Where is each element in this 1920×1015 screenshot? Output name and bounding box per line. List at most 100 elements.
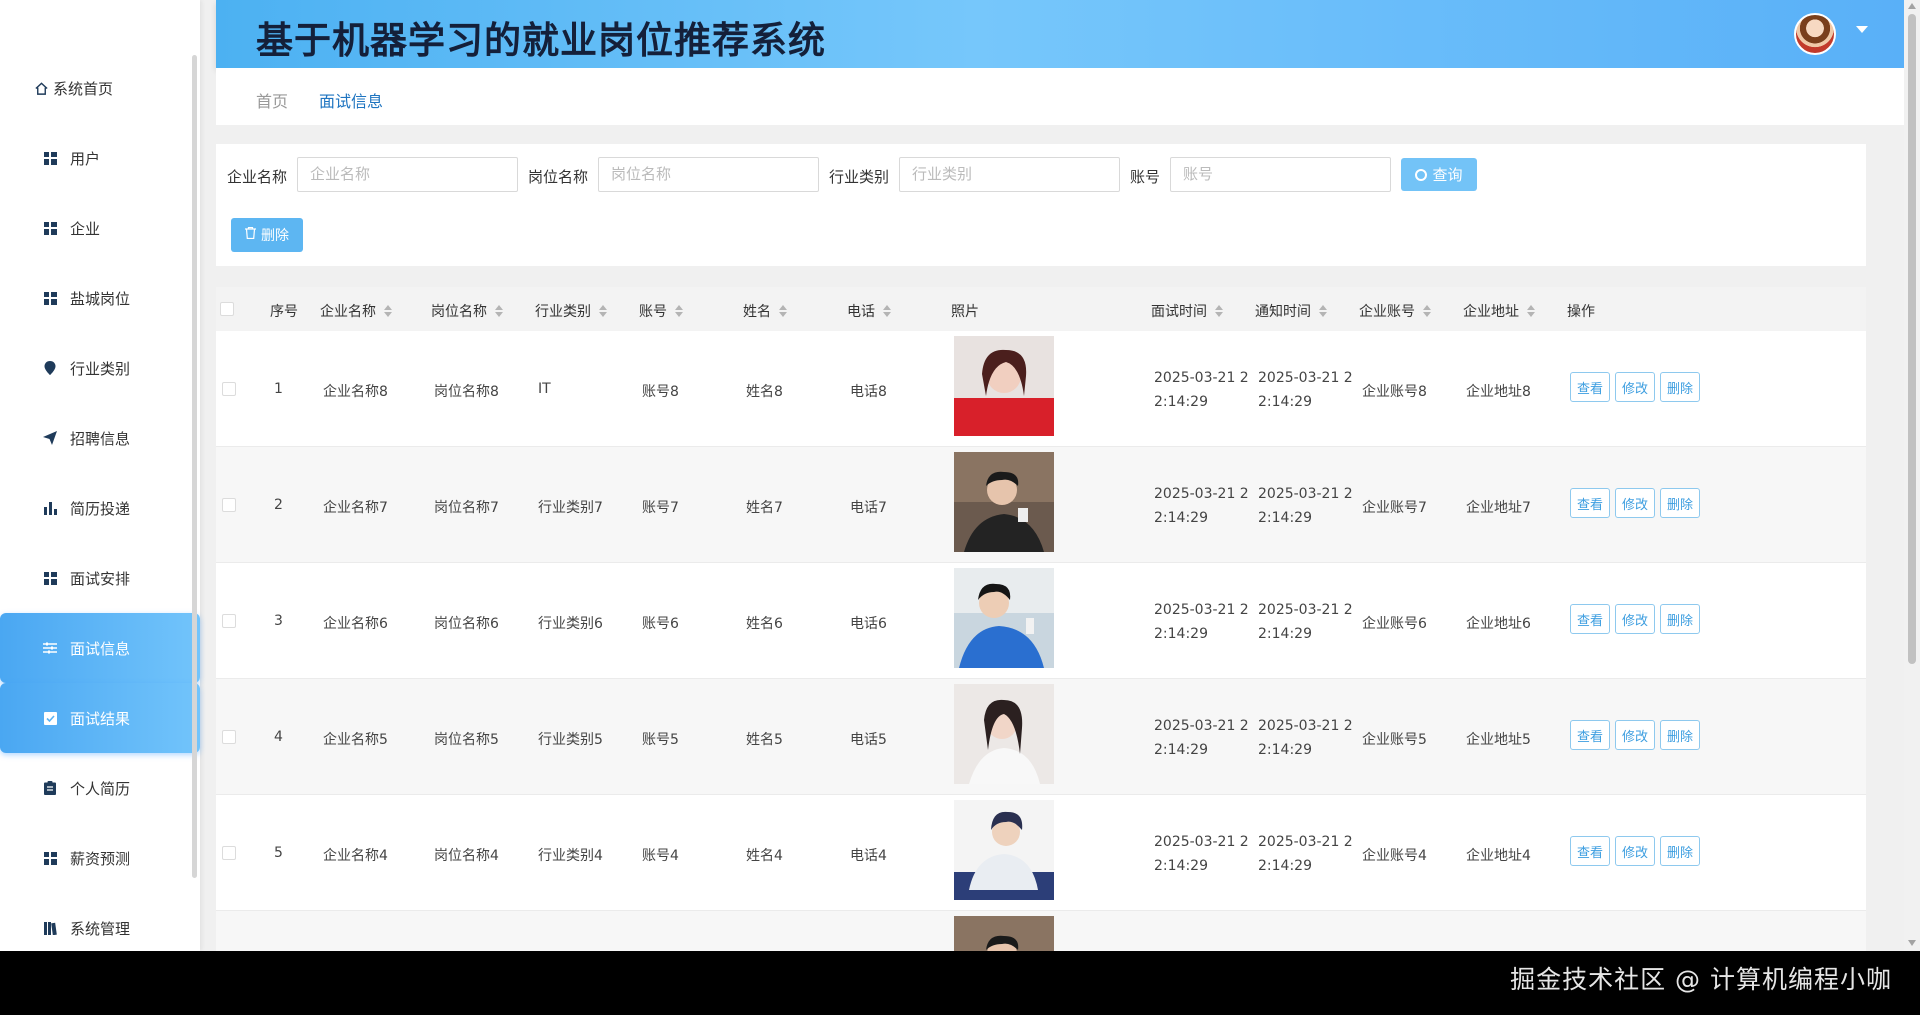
row-checkbox[interactable] [222, 382, 236, 396]
view-button[interactable]: 查看 [1570, 720, 1610, 750]
column-header-name[interactable]: 姓名 [743, 301, 787, 321]
account-input[interactable]: 账号 [1170, 157, 1391, 192]
book-icon [42, 920, 58, 936]
company-name-input[interactable]: 企业名称 [297, 157, 518, 192]
send-icon [42, 430, 58, 446]
sidebar-item-label: 行业类别 [70, 359, 131, 378]
view-button[interactable]: 查看 [1570, 372, 1610, 402]
column-header-phone[interactable]: 电话 [847, 301, 891, 321]
photo-thumbnail[interactable] [954, 568, 1054, 668]
view-button[interactable]: 查看 [1570, 488, 1610, 518]
sidebar-item-personal-resume[interactable]: 个人简历 [0, 753, 200, 823]
scrollbar-thumb[interactable] [1908, 14, 1916, 664]
position-name-input[interactable]: 岗位名称 [598, 157, 819, 192]
sidebar-item-interview-info[interactable]: 面试信息 [0, 613, 200, 683]
sidebar-item-recruitment[interactable]: 招聘信息 [0, 403, 200, 473]
column-header-actions: 操作 [1567, 304, 1595, 320]
sidebar-item-system-management[interactable]: 系统管理 [0, 893, 200, 963]
edit-button[interactable]: 修改 [1615, 488, 1655, 518]
cell-notice-time: 2025-03-21 22:14:29 [1258, 718, 1353, 758]
row-checkbox[interactable] [222, 498, 236, 512]
sidebar-item-resume-delivery[interactable]: 简历投递 [0, 473, 200, 543]
row-actions: 查看 修改 删除 [1570, 372, 1700, 402]
photo-thumbnail[interactable] [954, 800, 1054, 900]
photo-thumbnail[interactable] [954, 452, 1054, 552]
grid-icon [42, 220, 58, 236]
row-checkbox[interactable] [222, 846, 236, 860]
sidebar-item-home[interactable]: 系统首页 [0, 53, 200, 123]
cell-notice-time: 2025-03-21 22:14:29 [1258, 602, 1353, 642]
row-actions: 查看 修改 删除 [1570, 604, 1700, 634]
view-button[interactable]: 查看 [1570, 604, 1610, 634]
table-row: 1 企业名称8 岗位名称8 IT 账号8 姓名8 电话8 2025-03-21 … [216, 331, 1866, 447]
photo-thumbnail[interactable] [954, 336, 1054, 436]
column-header-notice-time[interactable]: 通知时间 [1255, 301, 1327, 321]
photo-thumbnail[interactable] [954, 684, 1054, 784]
photo-thumbnail[interactable] [954, 916, 1054, 951]
edit-button[interactable]: 修改 [1615, 604, 1655, 634]
column-header-position[interactable]: 岗位名称 [431, 301, 503, 321]
sidebar-item-users[interactable]: 用户 [0, 123, 200, 193]
row-checkbox[interactable] [222, 730, 236, 744]
column-header-industry[interactable]: 行业类别 [535, 301, 607, 321]
page-scrollbar[interactable] [1904, 0, 1920, 951]
column-header-company[interactable]: 企业名称 [320, 301, 392, 321]
row-actions: 查看 修改 删除 [1570, 720, 1700, 750]
sidebar-item-yancheng-jobs[interactable]: 盐城岗位 [0, 263, 200, 333]
edit-button[interactable]: 修改 [1615, 372, 1655, 402]
cell-industry: IT [538, 381, 551, 397]
delete-button[interactable]: 删除 [1660, 604, 1700, 634]
cell-phone: 电话8 [850, 384, 887, 400]
industry-input[interactable]: 行业类别 [899, 157, 1120, 192]
location-pin-icon [42, 360, 58, 376]
cell-account: 账号5 [642, 732, 679, 748]
query-button[interactable]: 查询 [1401, 158, 1477, 191]
edit-button[interactable]: 修改 [1615, 836, 1655, 866]
sidebar-item-industry[interactable]: 行业类别 [0, 333, 200, 403]
sidebar-item-interview-result[interactable]: 面试结果 [0, 683, 200, 753]
select-all-checkbox[interactable] [220, 302, 234, 316]
scroll-up-icon[interactable] [1908, 3, 1916, 9]
scroll-down-icon[interactable] [1908, 940, 1916, 946]
delete-button[interactable]: 删除 [1660, 372, 1700, 402]
cell-interview-time: 2025-03-21 22:14:29 [1154, 834, 1249, 874]
sort-icon [1527, 305, 1535, 317]
sidebar-item-interview-schedule[interactable]: 面试安排 [0, 543, 200, 613]
delete-button[interactable]: 删除 [1660, 836, 1700, 866]
cell-name: 姓名6 [746, 616, 783, 632]
cell-company: 企业名称8 [323, 384, 388, 400]
table-row: 2 企业名称7 岗位名称7 行业类别7 账号7 姓名7 电话7 2025-03-… [216, 447, 1866, 563]
column-header-company-address[interactable]: 企业地址 [1463, 301, 1535, 321]
cell-position: 岗位名称6 [434, 616, 499, 632]
batch-delete-button[interactable]: 删除 [231, 218, 303, 252]
sidebar-item-company[interactable]: 企业 [0, 193, 200, 263]
sidebar: 系统首页 用户 企业 盐城岗位 行业类别 招聘信息 简历投递 面试安排 面试信息… [0, 0, 200, 951]
sidebar-item-salary-prediction[interactable]: 薪资预测 [0, 823, 200, 893]
column-header-account[interactable]: 账号 [639, 301, 683, 321]
cell-notice-time: 2025-03-21 22:14:29 [1258, 370, 1353, 410]
cell-company-address: 企业地址7 [1466, 500, 1531, 516]
cell-phone: 电话6 [850, 616, 887, 632]
cell-company-address: 企业地址4 [1466, 848, 1531, 864]
delete-button[interactable]: 删除 [1660, 488, 1700, 518]
sidebar-item-label: 用户 [70, 149, 101, 168]
cell-account: 账号4 [642, 848, 679, 864]
sort-icon [1423, 305, 1431, 317]
top-header: 基于机器学习的就业岗位推荐系统 [216, 0, 1904, 68]
row-checkbox[interactable] [222, 614, 236, 628]
view-button[interactable]: 查看 [1570, 836, 1610, 866]
cell-company-account: 企业账号5 [1362, 732, 1427, 748]
cell-company: 企业名称4 [323, 848, 388, 864]
chevron-down-icon[interactable] [1856, 26, 1868, 33]
cell-phone: 电话5 [850, 732, 887, 748]
breadcrumb-home[interactable]: 首页 [256, 88, 288, 112]
column-header-company-account[interactable]: 企业账号 [1359, 301, 1431, 321]
cell-company-account: 企业账号7 [1362, 500, 1427, 516]
delete-button[interactable]: 删除 [1660, 720, 1700, 750]
sort-icon [883, 305, 891, 317]
sidebar-scrollbar[interactable] [192, 55, 197, 878]
edit-button[interactable]: 修改 [1615, 720, 1655, 750]
avatar[interactable] [1794, 13, 1836, 55]
cell-name: 姓名4 [746, 848, 783, 864]
column-header-interview-time[interactable]: 面试时间 [1151, 301, 1223, 321]
